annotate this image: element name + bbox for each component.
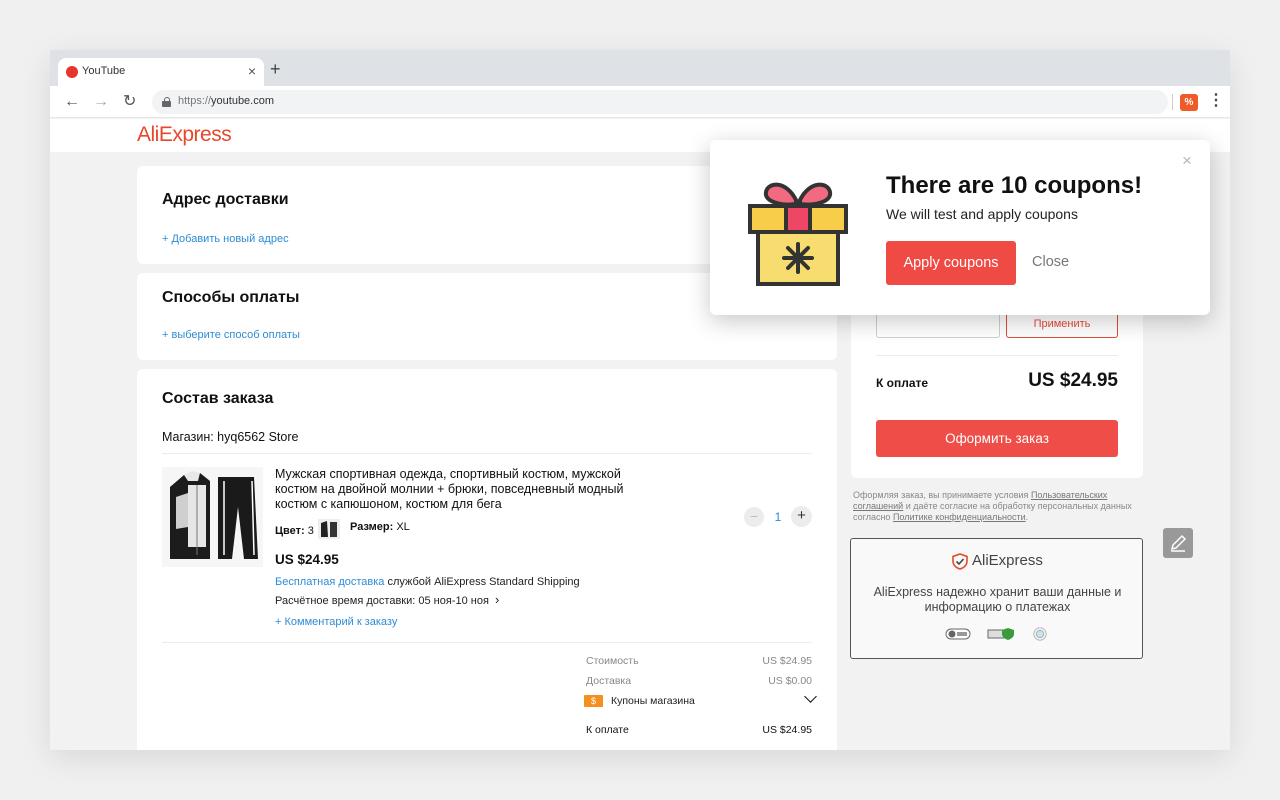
reload-icon[interactable]: ↻: [123, 92, 136, 112]
browser-toolbar: ← → ↻ https://youtube.com % ⋮: [50, 86, 1230, 118]
aliexpress-logo[interactable]: AliExpress: [137, 123, 232, 147]
product-color: Цвет: 3: [275, 519, 340, 541]
shipping-info: Бесплатная доставка службой AliExpress S…: [275, 576, 580, 588]
add-address-link[interactable]: + Добавить новый адрес: [162, 233, 289, 245]
ssl-secure-badge-icon: [987, 628, 1014, 640]
tab-youtube[interactable]: YouTube ×: [58, 58, 264, 86]
toolbar-divider: [1172, 94, 1173, 110]
divider: [876, 355, 1118, 356]
new-tab-button[interactable]: +: [270, 60, 281, 78]
browser-menu-icon[interactable]: ⋮: [1208, 91, 1224, 111]
quantity-decrease-button[interactable]: −: [744, 507, 764, 527]
url-text: https://youtube.com: [178, 95, 275, 107]
color-swatch-icon: [317, 519, 340, 539]
product-image[interactable]: [162, 467, 263, 567]
pci-badge-icon: [1033, 627, 1047, 641]
secure-aliexpress-logo: AliExpress: [972, 552, 1043, 569]
divider: [162, 642, 812, 643]
order-title: Состав заказа: [162, 390, 274, 407]
add-comment-link[interactable]: + Комментарий к заказу: [275, 616, 397, 628]
coupon-popup: × There are 10 coupons! We will test and…: [710, 140, 1210, 315]
secure-description: AliExpress надежно хранит ваши данные и …: [873, 585, 1122, 614]
chevron-right-icon: ›: [495, 592, 500, 607]
address-bar[interactable]: https://youtube.com: [152, 90, 1168, 114]
free-shipping-link[interactable]: Бесплатная доставка: [275, 576, 384, 588]
product-size: Размер: XL: [350, 521, 410, 533]
secure-payment-card: AliExpress AliExpress надежно хранит ваш…: [850, 538, 1143, 659]
pay-label: К оплате: [876, 376, 929, 390]
cost-label: Стоимость: [586, 655, 639, 667]
apply-coupons-button[interactable]: Apply coupons: [886, 241, 1016, 285]
youtube-favicon-icon: [66, 66, 78, 78]
product-title[interactable]: Мужская спортивная одежда, спортивный ко…: [275, 467, 659, 512]
product-price: US $24.95: [275, 552, 339, 567]
lock-icon: [162, 97, 171, 107]
browser-window: YouTube × + ← → ↻ https://youtube.com % …: [50, 50, 1230, 750]
order-total-value: US $24.95: [762, 724, 812, 736]
coupon-extension-icon[interactable]: %: [1180, 94, 1198, 111]
popup-subtitle: We will test and apply coupons: [886, 206, 1078, 222]
popup-close-button[interactable]: Close: [1032, 254, 1069, 270]
order-total-label: К оплате: [586, 724, 629, 736]
select-payment-link[interactable]: + выберите способ оплаты: [162, 329, 300, 341]
tab-close-icon[interactable]: ×: [248, 63, 256, 79]
delivery-title: Адрес доставки: [162, 191, 289, 208]
shipping-label: Доставка: [586, 675, 632, 687]
tab-title: YouTube: [82, 65, 126, 77]
back-arrow-icon[interactable]: ←: [64, 92, 80, 112]
quantity-increase-button[interactable]: +: [791, 506, 812, 527]
privacy-policy-link[interactable]: Политике конфиденциальности: [893, 512, 1026, 522]
store-coupons-toggle[interactable]: Купоны магазина: [611, 695, 695, 707]
legal-notice: Оформляя заказ, вы принимаете условия По…: [853, 490, 1132, 522]
delivery-eta[interactable]: Расчётное время доставки: 05 ноя-10 ноя …: [275, 592, 499, 607]
pay-total: US $24.95: [1028, 370, 1118, 391]
shield-check-icon: [952, 553, 968, 570]
checkout-summary-card: Применить К оплате US $24.95 Оформить за…: [851, 290, 1143, 478]
divider: [162, 453, 812, 454]
gift-box-icon: [748, 182, 848, 286]
chevron-down-icon[interactable]: [804, 690, 817, 703]
payment-title: Способы оплаты: [162, 289, 300, 306]
coupon-icon: $: [584, 695, 603, 707]
place-order-button[interactable]: Оформить заказ: [876, 420, 1118, 457]
quantity-value[interactable]: 1: [773, 510, 783, 524]
forward-arrow-icon[interactable]: →: [93, 92, 109, 112]
apply-coupon-button[interactable]: Применить: [1006, 311, 1118, 338]
order-contents-card: Состав заказа Магазин: hyq6562 Store Муж…: [137, 369, 837, 750]
tab-bar: YouTube × +: [50, 50, 1230, 86]
store-name[interactable]: Магазин: hyq6562 Store: [162, 430, 298, 444]
coupon-code-input[interactable]: [876, 311, 1000, 338]
popup-title: There are 10 coupons!: [886, 172, 1143, 199]
shipping-value: US $0.00: [768, 675, 812, 687]
visa-secure-badge-icon: [945, 628, 971, 640]
edit-pencil-icon[interactable]: [1163, 528, 1193, 558]
popup-close-icon[interactable]: ×: [1182, 151, 1192, 171]
cost-value: US $24.95: [762, 655, 812, 667]
